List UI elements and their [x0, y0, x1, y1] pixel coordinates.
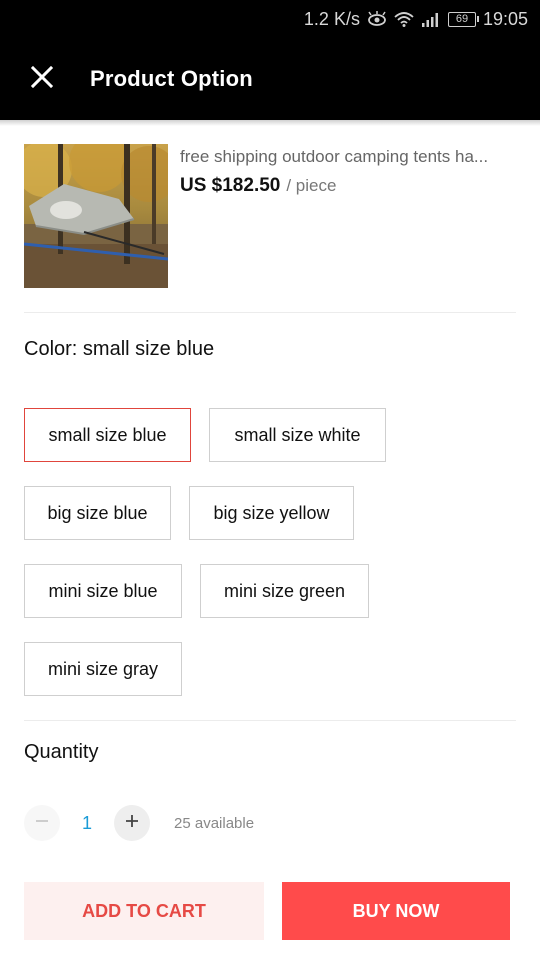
- add-to-cart-label: ADD TO CART: [82, 900, 206, 921]
- status-bar: 1.2 K/s 69 19:05: [0, 0, 540, 38]
- option-big-size-yellow[interactable]: big size yellow: [189, 486, 354, 540]
- option-label: mini size green: [223, 580, 346, 601]
- color-label: Color: small size blue: [24, 338, 215, 360]
- plus-icon: [125, 814, 139, 833]
- divider: [24, 312, 516, 313]
- option-small-size-blue[interactable]: small size blue: [24, 408, 191, 462]
- page-title: Product Option: [90, 66, 253, 91]
- close-button[interactable]: [20, 57, 64, 101]
- net-speed: 1.2 K/s: [303, 8, 360, 29]
- minus-icon: [35, 814, 49, 833]
- option-mini-size-green[interactable]: mini size green: [200, 564, 369, 618]
- battery-icon: 69: [447, 11, 479, 27]
- status-indicators: 1.2 K/s 69 19:05: [304, 8, 528, 30]
- product-title: free shipping outdoor camping tents ha..…: [180, 147, 489, 166]
- option-mini-size-gray[interactable]: mini size gray: [24, 642, 182, 696]
- option-label: mini size blue: [48, 580, 158, 601]
- option-label: big size blue: [47, 502, 148, 523]
- app-bar: Product Option: [0, 38, 540, 120]
- buy-now-label: BUY NOW: [352, 900, 440, 921]
- clock: 19:05: [482, 8, 528, 29]
- price-row: US $182.50 / piece: [180, 175, 336, 197]
- product-image: [24, 144, 168, 288]
- eye-icon: [367, 11, 387, 27]
- add-to-cart-button[interactable]: ADD TO CART: [24, 882, 264, 940]
- quantity-decrease-button[interactable]: [24, 805, 60, 841]
- option-big-size-blue[interactable]: big size blue: [24, 486, 171, 540]
- option-mini-size-blue[interactable]: mini size blue: [24, 564, 182, 618]
- option-label: small size blue: [48, 424, 167, 445]
- buy-now-button[interactable]: BUY NOW: [282, 882, 510, 940]
- quantity-available: 25 available: [174, 815, 255, 832]
- option-label: mini size gray: [47, 658, 159, 679]
- signal-icon: [421, 11, 441, 27]
- close-icon: [30, 65, 54, 93]
- wifi-icon: [394, 11, 414, 27]
- price-unit: / piece: [286, 176, 337, 195]
- product-price: US $182.50: [180, 175, 281, 196]
- option-small-size-white[interactable]: small size white: [209, 408, 386, 462]
- quantity-label: Quantity: [24, 741, 99, 763]
- option-label: big size yellow: [213, 502, 330, 523]
- quantity-value[interactable]: 1: [72, 813, 102, 834]
- app-bar-shadow: [0, 120, 540, 126]
- option-label: small size white: [234, 424, 361, 445]
- quantity-increase-button[interactable]: [114, 805, 150, 841]
- divider: [24, 720, 516, 721]
